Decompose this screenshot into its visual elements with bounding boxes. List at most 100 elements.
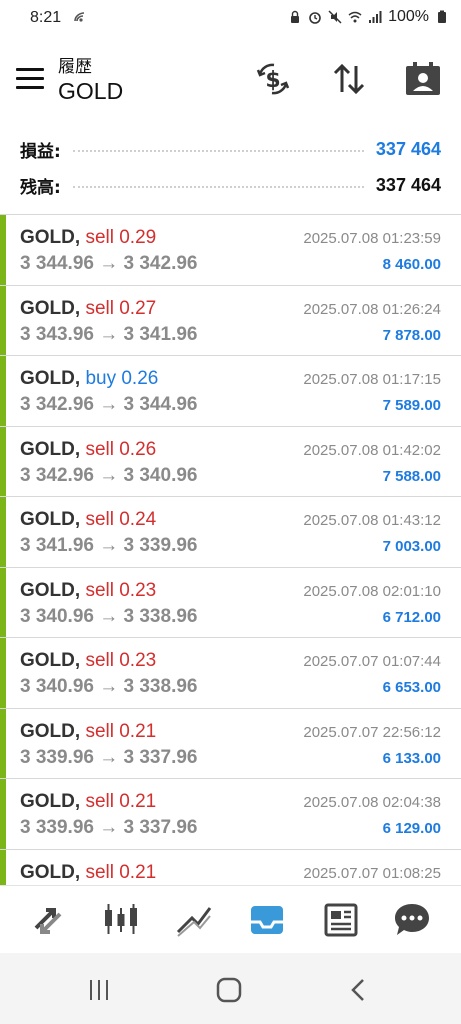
trade-symbol: GOLD, sell 0.24 bbox=[20, 509, 156, 531]
trade-row[interactable]: GOLD, sell 0.27 3 343.96 → 3 341.96 2025.0… bbox=[0, 285, 461, 356]
trade-prices: 3 339.96 → 3 337.96 bbox=[20, 817, 198, 838]
trade-prices: 3 344.96 → 3 342.96 bbox=[20, 253, 198, 274]
trade-arrows-icon[interactable] bbox=[28, 900, 68, 940]
sort-icon[interactable] bbox=[330, 60, 368, 98]
dotted-leader bbox=[72, 150, 364, 152]
mute-icon bbox=[328, 10, 342, 24]
trade-profit: 8 460.00 bbox=[382, 256, 441, 273]
trade-row[interactable]: GOLD, sell 0.21 3 339.96 → 3 337.96 2025.0… bbox=[0, 708, 461, 779]
trade-row[interactable]: GOLD, sell 0.23 3 340.96 → 3 338.96 2025.0… bbox=[0, 567, 461, 638]
trade-profit: 6 712.00 bbox=[382, 608, 441, 626]
wifi-icon bbox=[348, 11, 362, 23]
trade-side: sell 0.21 bbox=[85, 720, 157, 742]
trade-side: sell 0.23 bbox=[85, 579, 157, 601]
symbol-text: GOLD, bbox=[20, 509, 81, 530]
signal-icon bbox=[369, 11, 382, 23]
trend-line-icon[interactable] bbox=[174, 900, 214, 940]
symbol-text: GOLD, bbox=[20, 579, 81, 601]
trade-profit: 7 878.00 bbox=[382, 326, 441, 344]
trade-time: 2025.07.08 02:01:10 bbox=[303, 582, 441, 600]
trade-time: 2025.07.08 01:42:02 bbox=[303, 441, 441, 459]
chat-bubble-icon[interactable] bbox=[392, 900, 432, 940]
trade-prices: 3 340.96 → 3 338.96 bbox=[20, 605, 198, 627]
summary-panel: 損益: 337 464 残高: 337 464 bbox=[0, 130, 461, 214]
trade-indicator-bar bbox=[0, 849, 6, 885]
trade-prices: 3 342.96 → 3 344.96 bbox=[20, 394, 198, 415]
trade-side: sell 0.21 bbox=[85, 861, 157, 883]
trade-row[interactable]: GOLD, sell 0.21 2025.07.07 01:08:25 bbox=[0, 849, 461, 885]
candlesticks-icon[interactable] bbox=[101, 900, 141, 940]
trade-time: 2025.07.08 01:26:24 bbox=[303, 300, 441, 318]
dotted-leader bbox=[72, 186, 364, 188]
trade-side: sell 0.29 bbox=[85, 227, 157, 248]
app-header: 履歴 GOLD $ bbox=[0, 36, 461, 120]
news-icon[interactable] bbox=[320, 900, 360, 940]
battery-percent: 100% bbox=[388, 8, 429, 25]
trade-row[interactable]: GOLD, sell 0.29 3 344.96 → 3 342.96 2025.0… bbox=[0, 215, 461, 286]
recent-apps-icon[interactable] bbox=[84, 975, 114, 1005]
wifi-calling-icon bbox=[74, 12, 85, 22]
trade-symbol: GOLD, sell 0.21 bbox=[20, 791, 156, 813]
bottom-nav bbox=[0, 885, 461, 953]
trade-symbol: GOLD, buy 0.26 bbox=[20, 368, 158, 390]
page-title: GOLD bbox=[58, 78, 124, 104]
trade-side: sell 0.21 bbox=[85, 791, 157, 812]
symbol-text: GOLD, bbox=[20, 438, 81, 460]
trade-indicator-bar bbox=[0, 215, 6, 285]
trade-profit: 7 003.00 bbox=[382, 538, 441, 555]
back-icon[interactable] bbox=[344, 975, 374, 1005]
alarm-icon bbox=[309, 12, 321, 24]
trade-indicator-bar bbox=[0, 497, 6, 567]
trade-history-list[interactable]: GOLD, sell 0.29 3 344.96 → 3 342.96 2025.0… bbox=[0, 215, 461, 885]
trade-profit: 7 588.00 bbox=[382, 467, 441, 485]
symbol-text: GOLD, bbox=[20, 650, 81, 671]
svg-text:$: $ bbox=[265, 68, 280, 93]
trade-indicator-bar bbox=[0, 426, 6, 496]
status-time: 8:21 bbox=[30, 9, 62, 26]
trade-indicator-bar bbox=[0, 356, 6, 426]
symbol-text: GOLD, bbox=[20, 861, 81, 883]
trade-symbol: GOLD, sell 0.26 bbox=[20, 439, 156, 461]
trade-time: 2025.07.08 01:23:59 bbox=[303, 230, 441, 247]
system-nav-bar bbox=[0, 953, 461, 1024]
trade-symbol: GOLD, sell 0.27 bbox=[20, 298, 156, 320]
trade-side: sell 0.23 bbox=[85, 650, 157, 671]
calendar-contact-icon[interactable] bbox=[404, 60, 442, 98]
balance-label: 残高: bbox=[20, 177, 61, 198]
trade-profit: 6 129.00 bbox=[382, 820, 441, 837]
trade-indicator-bar bbox=[0, 285, 6, 355]
symbol-text: GOLD, bbox=[20, 791, 81, 812]
status-icons: 100% bbox=[288, 8, 449, 26]
home-icon[interactable] bbox=[214, 975, 244, 1005]
menu-icon[interactable] bbox=[16, 68, 44, 90]
trade-indicator-bar bbox=[0, 779, 6, 849]
trade-symbol: GOLD, sell 0.23 bbox=[20, 650, 156, 672]
trade-symbol: GOLD, sell 0.21 bbox=[20, 721, 156, 743]
trade-time: 2025.07.08 01:17:15 bbox=[303, 371, 441, 388]
trade-row[interactable]: GOLD, sell 0.21 3 339.96 → 3 337.96 2025.0… bbox=[0, 779, 461, 850]
trade-row[interactable]: GOLD, sell 0.26 3 342.96 → 3 340.96 2025.0… bbox=[0, 426, 461, 497]
trade-row[interactable]: GOLD, sell 0.23 3 340.96 → 3 338.96 2025.0… bbox=[0, 638, 461, 709]
inbox-history-icon[interactable] bbox=[247, 900, 287, 940]
symbol-text: GOLD, bbox=[20, 297, 81, 319]
trade-time: 2025.07.07 01:08:25 bbox=[303, 864, 441, 882]
profit-label: 損益: bbox=[20, 141, 61, 162]
trade-indicator-bar bbox=[0, 567, 6, 637]
trade-indicator-bar bbox=[0, 638, 6, 708]
balance-value: 337 464 bbox=[375, 174, 441, 195]
currency-exchange-icon[interactable]: $ bbox=[254, 60, 292, 98]
trade-row[interactable]: GOLD, buy 0.26 3 342.96 → 3 344.96 2025.07… bbox=[0, 356, 461, 427]
trade-side: sell 0.24 bbox=[85, 509, 157, 530]
trade-indicator-bar bbox=[0, 708, 6, 778]
trade-time: 2025.07.08 02:04:38 bbox=[303, 794, 441, 811]
trade-prices: 3 341.96 → 3 339.96 bbox=[20, 535, 198, 556]
trade-profit: 7 589.00 bbox=[382, 397, 441, 414]
trade-time: 2025.07.07 22:56:12 bbox=[303, 723, 441, 741]
page-subtitle: 履歴 bbox=[58, 57, 92, 77]
symbol-text: GOLD, bbox=[20, 227, 81, 248]
trade-symbol: GOLD, sell 0.29 bbox=[20, 227, 156, 249]
trade-profit: 6 133.00 bbox=[382, 749, 441, 767]
status-bar: 8:21 100% bbox=[0, 0, 461, 36]
trade-symbol: GOLD, sell 0.23 bbox=[20, 580, 156, 602]
trade-row[interactable]: GOLD, sell 0.24 3 341.96 → 3 339.96 2025.0… bbox=[0, 497, 461, 568]
